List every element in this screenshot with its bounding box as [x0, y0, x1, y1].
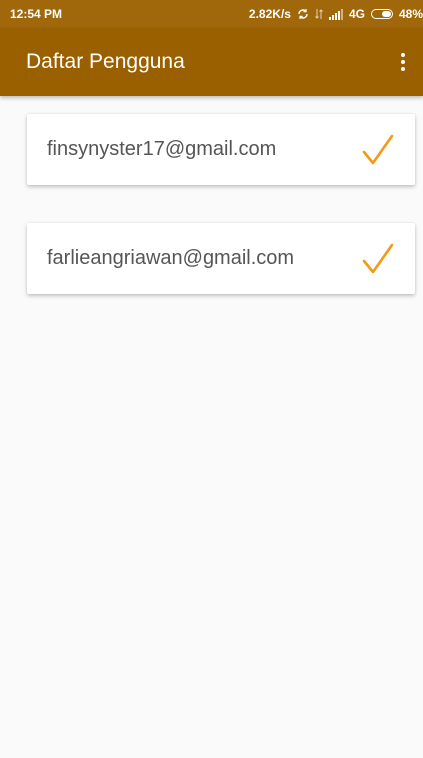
check-icon	[362, 243, 394, 273]
battery-level: 48%	[398, 7, 423, 21]
page-title: Daftar Pengguna	[26, 50, 185, 73]
network-type: 4G	[348, 7, 365, 21]
status-time: 12:54 PM	[10, 7, 63, 21]
user-card[interactable]: farlieangriawan@gmail.com	[27, 223, 415, 294]
signal-icon	[328, 8, 343, 20]
user-list: finsynyster17@gmail.com farlieangriawan@…	[27, 114, 415, 332]
status-bar: 12:54 PM 2.82K/s 4G 48%	[0, 0, 423, 28]
user-card[interactable]: finsynyster17@gmail.com	[27, 114, 415, 185]
more-vert-icon[interactable]	[393, 42, 413, 82]
user-email: farlieangriawan@gmail.com	[47, 247, 295, 269]
status-indicators: 2.82K/s 4G 48%	[249, 7, 423, 21]
check-icon	[362, 134, 394, 164]
app-bar: Daftar Pengguna	[0, 28, 423, 96]
user-email: finsynyster17@gmail.com	[47, 138, 277, 160]
data-transfer-icon	[315, 8, 323, 20]
battery-icon	[370, 9, 393, 19]
sync-icon	[297, 8, 309, 20]
network-speed: 2.82K/s	[248, 7, 291, 21]
